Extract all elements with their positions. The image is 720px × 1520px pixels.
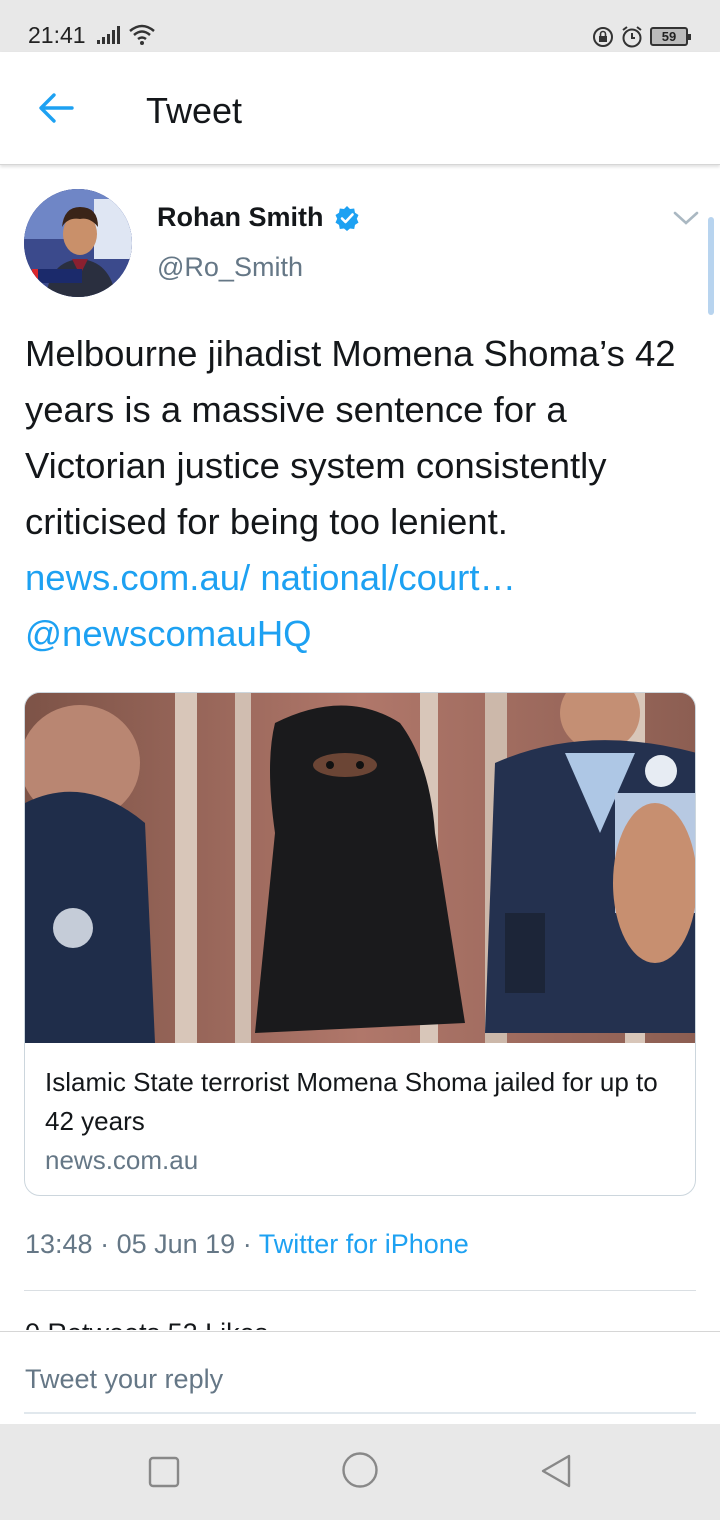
card-image <box>25 693 695 1043</box>
system-nav-bar <box>0 1424 720 1520</box>
reply-underline <box>24 1412 696 1414</box>
reply-input[interactable]: Tweet your reply <box>25 1364 223 1395</box>
recents-square-icon[interactable] <box>148 1456 180 1488</box>
link-preview-card[interactable]: Islamic State terrorist Momena Shoma jai… <box>24 692 696 1196</box>
signal-icon <box>97 26 120 44</box>
author-name[interactable]: Rohan Smith <box>157 202 324 233</box>
page-title: Tweet <box>146 90 243 131</box>
avatar[interactable] <box>24 189 132 297</box>
status-bar: 21:41 59 <box>0 0 720 52</box>
back-triangle-icon[interactable] <box>538 1453 574 1489</box>
lock-rotation-icon <box>593 27 613 47</box>
arrow-left-icon[interactable] <box>32 88 80 128</box>
tweet-meta: 13:48 · 05 Jun 19 · Twitter for iPhone <box>25 1229 469 1260</box>
tweet-text: Melbourne jihadist Momena Shoma’s 42 yea… <box>25 326 705 662</box>
home-circle-icon[interactable] <box>341 1451 379 1489</box>
wifi-icon <box>129 24 155 45</box>
card-domain: news.com.au <box>45 1145 199 1175</box>
tweet-mention[interactable]: @newscomauHQ <box>25 613 312 654</box>
author-handle[interactable]: @Ro_Smith <box>157 252 303 283</box>
verified-badge-icon <box>335 205 358 231</box>
scrollbar-thumb[interactable] <box>708 217 714 315</box>
tweet-link[interactable]: news.com.au/ national/court… <box>25 557 516 598</box>
meta-separator: · <box>242 1229 259 1259</box>
tweet-date: 05 Jun 19 <box>116 1229 236 1259</box>
author-row: Rohan Smith <box>157 202 360 233</box>
tweet-time: 13:48 <box>25 1229 93 1259</box>
tweet-stats[interactable]: 0 Retweets 52 Likes <box>25 1318 268 1330</box>
reply-bar: Tweet your reply <box>0 1331 720 1424</box>
alarm-icon <box>622 26 642 48</box>
tweet-body: Melbourne jihadist Momena Shoma’s 42 yea… <box>25 333 676 542</box>
battery-icon: 59 <box>650 27 691 46</box>
app-header: Tweet <box>0 52 720 165</box>
tweet-source[interactable]: Twitter for iPhone <box>259 1229 469 1259</box>
divider <box>24 1290 696 1291</box>
meta-separator: · <box>100 1229 117 1259</box>
card-title: Islamic State terrorist Momena Shoma jai… <box>45 1067 658 1136</box>
status-time: 21:41 <box>28 22 86 48</box>
chevron-down-icon[interactable] <box>672 208 700 228</box>
